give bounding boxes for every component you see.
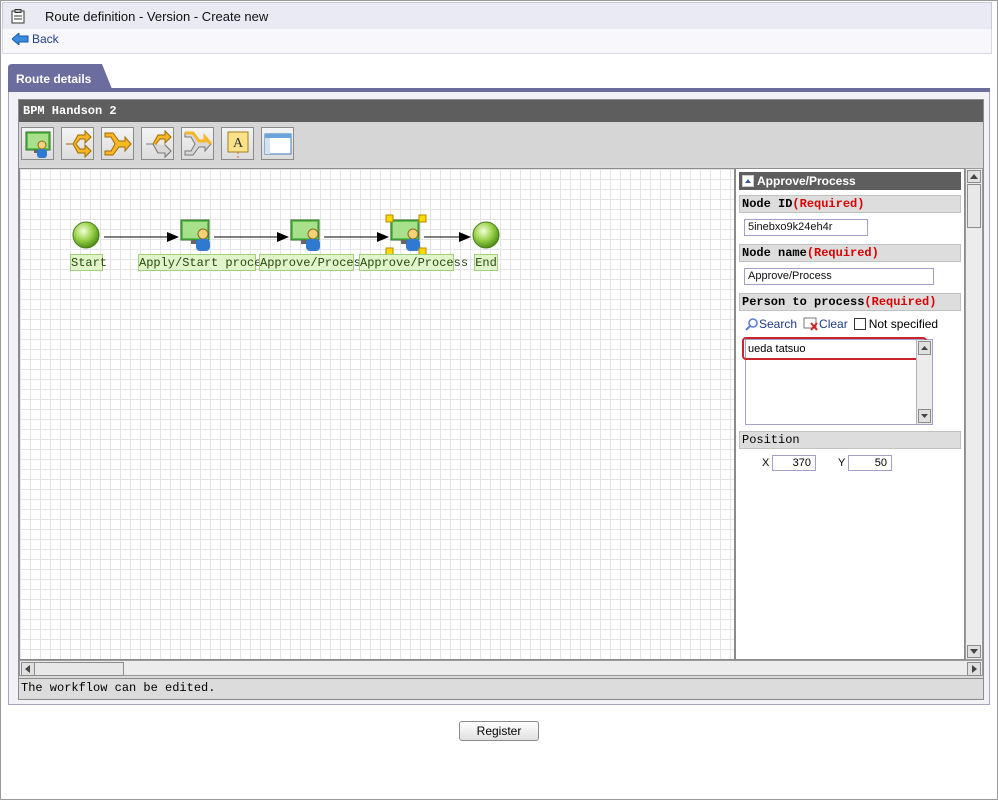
node-name-label: Node name(Required) (739, 244, 961, 262)
merge-gray-icon (184, 131, 213, 156)
person-list-scrollbar[interactable] (916, 340, 932, 424)
svg-text:A: A (233, 136, 244, 151)
merge-tool[interactable] (101, 127, 134, 160)
vertical-scrollbar[interactable] (965, 168, 983, 660)
tab-label: Route details (16, 72, 92, 86)
window-icon (264, 133, 292, 155)
scroll-down-icon[interactable] (967, 645, 981, 658)
tab-route-details[interactable]: Route details (8, 64, 112, 89)
node-label-end[interactable]: End (474, 254, 498, 271)
process-node-tool[interactable] (21, 127, 54, 160)
branch-arrow-icon (66, 129, 92, 159)
scroll-up-icon[interactable] (918, 341, 931, 355)
person-list[interactable]: ueda tatsuo (742, 337, 933, 425)
node-id-label: Node ID(Required) (739, 195, 961, 213)
workflow-editor: BPM Handson 2 A Start Apply/Start proces… (18, 99, 984, 700)
clear-button[interactable]: Clear (803, 317, 848, 331)
position-y-field[interactable]: 50 (848, 455, 892, 471)
scroll-left-icon[interactable] (21, 662, 35, 676)
nav-bar: Back (2, 29, 992, 54)
person-name[interactable]: ueda tatsuo (748, 343, 806, 355)
position-y-label: Y (838, 457, 846, 469)
process-node-icon[interactable] (290, 219, 320, 251)
person-label: Person to process(Required) (739, 293, 961, 311)
title-bar: Route definition - Version - Create new (2, 2, 992, 31)
node-label-start[interactable]: Start (70, 254, 107, 271)
panel-title-bar: Approve/Process (739, 172, 961, 190)
route-name: BPM Handson 2 (19, 100, 983, 122)
horizontal-scrollbar[interactable] (19, 660, 983, 676)
scroll-thumb[interactable] (34, 662, 124, 676)
start-node-icon[interactable] (72, 221, 100, 249)
search-button[interactable]: Search (745, 317, 797, 331)
selected-process-node-icon[interactable] (385, 214, 427, 256)
process-node-icon[interactable] (180, 219, 210, 251)
scroll-up-icon[interactable] (967, 170, 981, 183)
page-title: Route definition - Version - Create new (45, 9, 269, 24)
position-label: Position (739, 431, 961, 449)
clear-icon (803, 317, 818, 331)
workflow-canvas[interactable]: Start Apply/Start process Approve/Proces… (19, 168, 735, 660)
user-monitor-icon (25, 131, 51, 158)
window-tool[interactable] (261, 127, 294, 160)
node-label-approve-1[interactable]: Approve/Process (259, 254, 368, 271)
properties-panel: Approve/Process Node ID(Required) 5inebx… (735, 168, 965, 660)
node-label-apply[interactable]: Apply/Start process (138, 254, 276, 271)
register-button[interactable]: Register (459, 721, 539, 741)
person-actions: Search Clear Not specified (745, 317, 938, 331)
branch-gray-tool[interactable] (141, 127, 174, 160)
merge-gray-tool[interactable] (181, 127, 214, 160)
node-name-field[interactable]: Approve/Process (744, 268, 934, 285)
content-frame: BPM Handson 2 A Start Apply/Start proces… (8, 92, 990, 705)
text-tool[interactable]: A (221, 127, 254, 160)
branch-tool[interactable] (61, 127, 94, 160)
position-x-label: X (762, 457, 770, 469)
scroll-down-icon[interactable] (918, 409, 931, 423)
scroll-thumb[interactable] (967, 184, 981, 228)
back-label: Back (32, 32, 59, 46)
node-id-field[interactable]: 5inebxo9k24eh4r (744, 219, 868, 236)
end-node-icon[interactable] (472, 221, 500, 249)
panel-title: Approve/Process (757, 174, 856, 188)
collapse-icon[interactable] (742, 175, 754, 187)
back-button[interactable]: Back (12, 32, 59, 46)
not-specified-checkbox[interactable]: Not specified (853, 317, 938, 331)
editor-toolbar: A (19, 122, 983, 166)
search-icon (745, 318, 758, 331)
status-bar: The workflow can be edited. (19, 678, 983, 698)
branch-gray-icon (146, 129, 172, 159)
position-x-field[interactable]: 370 (772, 455, 816, 471)
scroll-right-icon[interactable] (967, 662, 981, 676)
workflow-diagram (72, 214, 500, 256)
clipboard-icon (11, 9, 25, 24)
node-label-approve-2[interactable]: Approve/Process (359, 254, 468, 271)
text-note-icon: A (227, 131, 249, 158)
merge-arrow-icon (104, 132, 132, 156)
back-arrow-icon (12, 33, 29, 45)
